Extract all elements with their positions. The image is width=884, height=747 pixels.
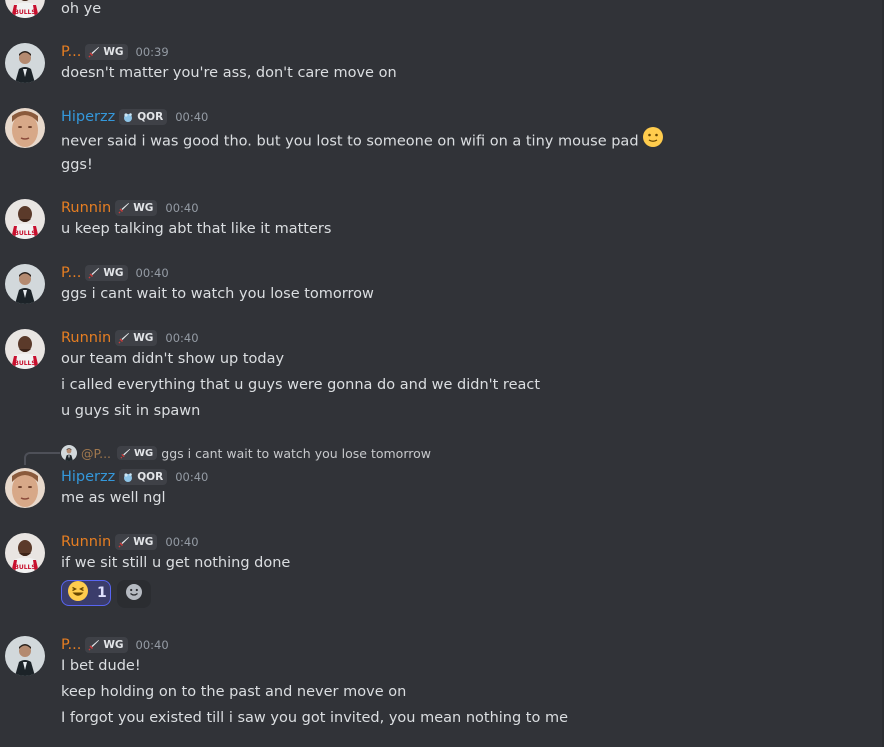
add-reaction-button[interactable] <box>117 580 151 608</box>
add-reaction-icon <box>124 582 144 606</box>
reply-connector <box>24 452 60 465</box>
message-text: u keep talking abt that like it matters <box>61 221 332 237</box>
message-text: I forgot you existed till i saw you got … <box>61 710 569 726</box>
guild-tag[interactable]: WG <box>85 265 128 281</box>
reaction-count: 1 <box>97 585 107 601</box>
timestamp: 00:40 <box>175 110 209 124</box>
message-header: Runnin WG 00:40 <box>61 198 199 218</box>
message-text: ggs i cant wait to watch you lose tomorr… <box>61 286 374 302</box>
guild-tag[interactable]: WG <box>115 200 158 216</box>
timestamp: 00:40 <box>135 638 169 652</box>
avatar[interactable] <box>5 43 45 83</box>
timestamp: 00:40 <box>165 535 199 549</box>
username[interactable]: P... <box>61 263 81 283</box>
timestamp: 00:40 <box>175 470 209 484</box>
avatar[interactable] <box>5 199 45 239</box>
username[interactable]: Hiperzz <box>61 467 115 487</box>
slight-smile-emoji[interactable] <box>642 126 664 155</box>
message-header: Runnin WG 00:40 <box>61 532 199 552</box>
avatar[interactable] <box>5 0 45 18</box>
guild-tag[interactable]: WG <box>115 534 158 550</box>
sword-icon <box>88 639 100 651</box>
message-header: P... WG 00:40 <box>61 263 169 283</box>
message-text: keep holding on to the past and never mo… <box>61 684 407 700</box>
bubble-icon <box>122 471 134 483</box>
message-text: if we sit still u get nothing done <box>61 555 291 571</box>
message-text: doesn't matter you're ass, don't care mo… <box>61 65 397 81</box>
reply-username[interactable]: @P... <box>81 446 111 461</box>
avatar[interactable] <box>5 108 45 148</box>
message-text: ggs! <box>61 157 93 173</box>
reply-avatar <box>61 445 77 461</box>
username[interactable]: Runnin <box>61 198 111 218</box>
timestamp: 00:40 <box>165 331 199 345</box>
message-header: Runnin WG 00:40 <box>61 328 199 348</box>
username[interactable]: Runnin <box>61 532 111 552</box>
avatar[interactable] <box>5 264 45 304</box>
avatar[interactable] <box>5 329 45 369</box>
guild-tag[interactable]: QOR <box>119 109 168 125</box>
sword-icon <box>120 448 131 459</box>
message-header: P... WG 00:39 <box>61 42 169 62</box>
sword-icon <box>118 202 130 214</box>
guild-tag[interactable]: QOR <box>119 469 168 485</box>
sword-icon <box>118 536 130 548</box>
reaction-button[interactable]: 1 <box>61 580 111 606</box>
username[interactable]: P... <box>61 42 81 62</box>
message-text: oh ye <box>61 1 102 17</box>
username[interactable]: Runnin <box>61 328 111 348</box>
reply-text[interactable]: ggs i cant wait to watch you lose tomorr… <box>161 446 431 461</box>
guild-tag[interactable]: WG <box>85 44 128 60</box>
message-text: me as well ngl <box>61 490 166 506</box>
message-text: i called everything that u guys were gon… <box>61 377 541 393</box>
guild-tag[interactable]: WG <box>85 637 128 653</box>
timestamp: 00:39 <box>135 45 169 59</box>
avatar[interactable] <box>5 636 45 676</box>
username[interactable]: Hiperzz <box>61 107 115 127</box>
guild-tag: WG <box>117 446 158 460</box>
message-header: Hiperzz QOR 00:40 <box>61 467 208 487</box>
guild-tag[interactable]: WG <box>115 330 158 346</box>
username[interactable]: P... <box>61 635 81 655</box>
timestamp: 00:40 <box>135 266 169 280</box>
avatar[interactable] <box>5 468 45 508</box>
message-text: I bet dude! <box>61 658 141 674</box>
bubble-icon <box>122 111 134 123</box>
message-text: u guys sit in spawn <box>61 403 201 419</box>
message-header: P... WG 00:40 <box>61 635 169 655</box>
avatar[interactable] <box>5 533 45 573</box>
message-header: Hiperzz QOR 00:40 <box>61 107 208 127</box>
message-text: never said i was good tho. but you lost … <box>61 127 664 150</box>
message-text: our team didn't show up today <box>61 351 285 367</box>
timestamp: 00:40 <box>165 201 199 215</box>
sword-icon <box>88 267 100 279</box>
laughing-emoji <box>67 580 89 606</box>
reply-preview[interactable]: @P... WG ggs i cant wait to watch you lo… <box>61 444 431 462</box>
sword-icon <box>118 332 130 344</box>
sword-icon <box>88 46 100 58</box>
